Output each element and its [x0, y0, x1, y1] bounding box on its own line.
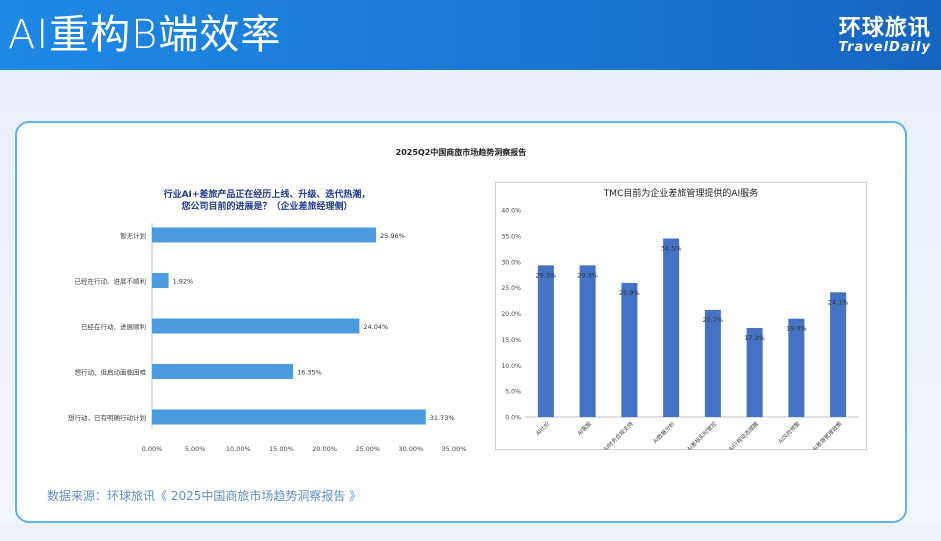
left-chart-bar [152, 227, 376, 243]
left-chart-tick-label: 0.00% [142, 445, 163, 453]
right-chart-bar [537, 265, 554, 417]
left-chart-bar [152, 364, 294, 379]
page-title: AI重构B端效率 [8, 12, 282, 58]
logo-en: TravelDaily [838, 40, 931, 55]
right-chart-tick-label: 35.0% [501, 233, 521, 240]
traveldaily-logo: 环球旅讯 TravelDaily [839, 10, 931, 55]
right-chart-bar [704, 309, 721, 417]
right-chart-tick-label: 5.0% [505, 389, 521, 396]
right-chart-bar [788, 318, 805, 417]
left-chart-tick-label: 20.00% [312, 445, 337, 453]
left-chart-title-line: 行业AI+差旅产品正在经历上线、升级、迭代热潮， [163, 188, 371, 200]
right-chart-data-label: 25.9% [619, 289, 640, 297]
right-bar-chart: TMC目前为企业差旅管理提供的AI服务 0.0% 5.0% 10.0% 15.0% 20.… [495, 182, 867, 450]
left-chart-bar [152, 273, 169, 288]
data-source: 数据来源：环球旅讯《 2025中国商旅市场趋势洞察报告 》 [47, 489, 362, 503]
left-chart-tick-label: 5.00% [185, 445, 206, 453]
left-chart-data-label: 16.35% [297, 369, 322, 377]
right-chart-data-label: 34.5% [661, 244, 682, 252]
right-chart-bar [621, 282, 638, 417]
right-chart-bar [830, 292, 847, 417]
right-chart-data-label: 17.2% [744, 334, 765, 342]
right-chart-tick-label: 40.0% [501, 208, 521, 215]
left-chart-category-label: 想行动，已有明确行动计划 [68, 413, 146, 422]
left-chart-data-label: 1.92% [173, 278, 194, 286]
logo-cn: 环球旅讯 [838, 15, 931, 41]
right-chart-title: TMC目前为企业差旅管理提供的AI服务 [603, 187, 758, 199]
left-chart-title-line: 您公司目前的进展是？（企业差旅经理侧） [181, 200, 352, 212]
right-chart-tick-label: 20.0% [501, 311, 521, 318]
bottom-band [0, 523, 941, 541]
right-chart-bar [663, 238, 680, 417]
report-title: 2025Q2中国商旅市场趋势洞察报告 [395, 148, 527, 157]
left-chart-tick-label: 35.00% [442, 445, 467, 453]
right-chart-tick-label: 10.0% [501, 363, 521, 370]
right-chart-bar [579, 265, 596, 417]
right-chart-data-label: 20.7% [703, 316, 724, 324]
left-chart-bar [152, 409, 426, 425]
right-chart-data-label: 19.0% [786, 325, 807, 333]
left-chart-data-label: 25.96% [380, 232, 405, 240]
left-chart-category-label: 暂无计划 [120, 231, 146, 240]
left-chart-tick-label: 25.00% [355, 445, 380, 453]
right-chart-data-label: 29.3% [577, 271, 598, 279]
left-chart-tick-label: 15.00% [269, 445, 294, 453]
right-chart-tick-label: 15.0% [501, 337, 521, 344]
left-chart-bar [152, 318, 360, 334]
right-chart-tick-label: 25.0% [501, 285, 521, 292]
left-chart-category-label: 已经在行动、进展顺利 [81, 322, 146, 331]
right-chart-data-label: 24.1% [828, 298, 849, 306]
left-chart-category-label: 已经在行动、进展不顺利 [75, 277, 147, 286]
header-banner: AI重构B端效率 环球旅讯 TravelDaily [0, 0, 941, 70]
left-chart-data-label: 31.73% [430, 414, 455, 422]
left-chart-category-label: 想行动、但启动面临困难 [75, 368, 147, 377]
report-card: 2025Q2中国商旅市场趋势洞察报告 行业AI+差旅产品正在经历上线、升级、迭代… [15, 121, 907, 523]
left-bar-chart: 行业AI+差旅产品正在经历上线、升级、迭代热潮，您公司目前的进展是？（企业差旅经… [68, 188, 467, 453]
right-chart-tick-label: 0.0% [505, 415, 521, 422]
left-chart-tick-label: 10.00% [226, 445, 251, 453]
left-chart-tick-label: 30.00% [398, 445, 423, 453]
right-chart-tick-label: 30.0% [501, 259, 521, 266]
left-chart-data-label: 24.04% [363, 323, 388, 331]
right-chart-data-label: 29.3% [536, 271, 557, 279]
